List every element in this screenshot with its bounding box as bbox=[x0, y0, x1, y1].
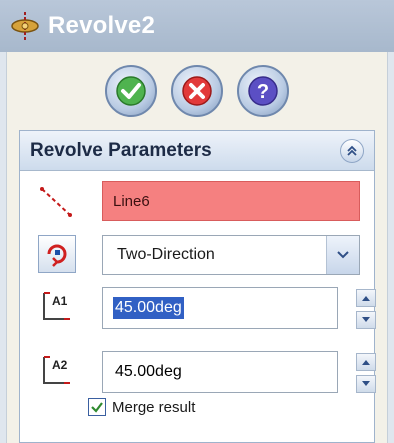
window-title: Revolve2 bbox=[48, 12, 155, 39]
chevron-down-icon bbox=[362, 381, 370, 386]
collapse-button[interactable] bbox=[340, 138, 364, 163]
cancel-button[interactable] bbox=[171, 65, 223, 117]
angle2-icon-label: A2 bbox=[52, 358, 68, 372]
question-icon: ? bbox=[248, 76, 278, 106]
angle2-spin-down[interactable] bbox=[356, 375, 376, 393]
angle1-value: 45.00deg bbox=[113, 297, 184, 319]
merge-result-label: Merge result bbox=[112, 398, 196, 416]
axis-row: Line6 bbox=[20, 181, 374, 225]
svg-text:?: ? bbox=[257, 81, 269, 103]
axis-line-icon bbox=[40, 187, 72, 217]
angle1-icon-label: A1 bbox=[52, 294, 68, 308]
direction-type-select[interactable]: Two-Direction bbox=[102, 235, 360, 275]
property-manager-panel: ? Revolve Parameters Line6 Two-Direction… bbox=[6, 52, 388, 443]
angle-a1-icon: A1 bbox=[43, 292, 70, 320]
revolve-feature-icon bbox=[11, 12, 39, 40]
angle2-spinner bbox=[356, 353, 376, 393]
angle1-row: A1 45.00deg bbox=[20, 287, 376, 331]
angle1-input[interactable]: 45.00deg bbox=[102, 287, 338, 329]
action-buttons: ? bbox=[7, 58, 387, 124]
merge-result-row[interactable]: Merge result bbox=[88, 398, 195, 416]
red-x-icon bbox=[182, 76, 212, 106]
axis-selection-box[interactable]: Line6 bbox=[102, 181, 360, 221]
checkmark-icon bbox=[91, 402, 103, 413]
revolve-parameters-group: Revolve Parameters Line6 Two-Direction A… bbox=[19, 130, 376, 443]
chevron-up-icon bbox=[362, 360, 370, 365]
chevron-down-icon[interactable] bbox=[326, 236, 359, 274]
title-bar: Revolve2 bbox=[0, 0, 394, 52]
green-check-icon bbox=[116, 76, 146, 106]
angle-a2-icon: A2 bbox=[43, 356, 70, 384]
angle1-spin-down[interactable] bbox=[356, 311, 376, 329]
merge-result-checkbox[interactable] bbox=[88, 398, 106, 416]
group-title: Revolve Parameters bbox=[30, 139, 212, 161]
angle1-spinner bbox=[356, 289, 376, 329]
direction-row: Two-Direction bbox=[20, 235, 374, 279]
ok-button[interactable] bbox=[105, 65, 157, 117]
group-header[interactable]: Revolve Parameters bbox=[20, 131, 374, 171]
direction-type-value: Two-Direction bbox=[117, 246, 215, 263]
angle1-spin-up[interactable] bbox=[356, 289, 376, 307]
angle2-spin-up[interactable] bbox=[356, 353, 376, 371]
reverse-direction-button[interactable] bbox=[38, 235, 76, 273]
double-chevron-up-icon bbox=[347, 145, 357, 156]
chevron-up-icon bbox=[362, 296, 370, 301]
angle2-input[interactable]: 45.00deg bbox=[102, 351, 338, 393]
angle2-row: A2 45.00deg bbox=[20, 351, 376, 395]
reverse-direction-icon bbox=[47, 244, 67, 267]
angle2-value: 45.00deg bbox=[115, 363, 182, 380]
help-button[interactable]: ? bbox=[237, 65, 289, 117]
chevron-down-icon bbox=[362, 317, 370, 322]
